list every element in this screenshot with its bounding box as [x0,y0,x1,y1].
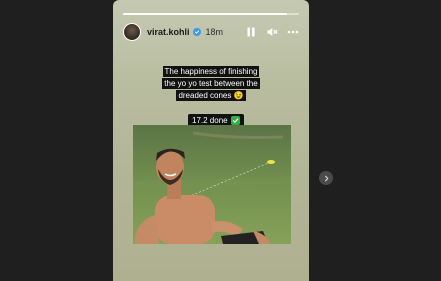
pause-icon[interactable] [245,26,257,38]
mute-icon[interactable] [266,26,278,38]
caption-text: The happiness of finishing the yo yo tes… [162,66,260,101]
selfie-image [133,125,291,244]
chevron-right-icon [324,175,328,181]
story-controls [245,26,299,38]
next-story-button[interactable] [319,171,333,185]
checkmark-emoji-icon [230,116,240,125]
username[interactable]: virat.kohli [147,27,190,37]
more-icon[interactable] [287,26,299,38]
story-caption: The happiness of finishing the yo yo tes… [159,66,263,102]
story-progress-fill [123,13,287,15]
story-viewer: virat.kohli 18m The happiness of finishi… [113,0,309,281]
story-photo [133,125,291,244]
timestamp: 18m [205,27,224,37]
verified-badge-icon [192,28,201,36]
story-header: virat.kohli 18m [123,22,299,42]
story-progress-bar [123,13,299,15]
avatar[interactable] [123,23,141,41]
